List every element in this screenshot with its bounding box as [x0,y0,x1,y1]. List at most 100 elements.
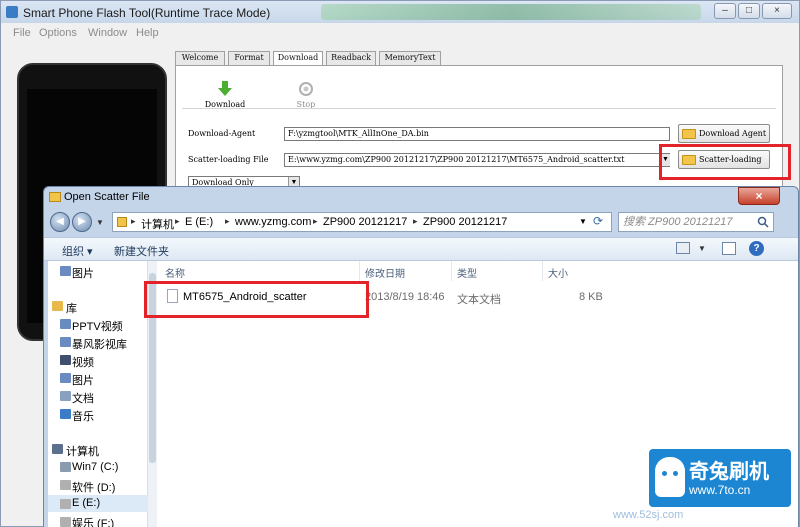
scatter-loading-field[interactable]: E:\www.yzmg.com\ZP900 20121217\ZP900 201… [284,153,670,167]
minimize-button[interactable]: – [714,3,736,19]
library-icon [52,301,63,311]
nav-item-computer[interactable]: 计算机 [66,443,99,459]
folder-icon [49,192,61,202]
download-panel: Download Stop Download-Agent F:\yzmgtool… [175,65,791,195]
address-bar[interactable]: ▸ 计算机 ▸ E (E:) ▸ www.yzmg.com ▸ ZP900 20… [112,212,612,232]
dialog-title: Open Scatter File [64,191,150,203]
breadcrumb-sep: ▸ [225,216,230,226]
column-header-modified[interactable]: 修改日期 [365,265,405,280]
search-icon[interactable] [757,216,769,228]
nav-item-music[interactable]: 音乐 [72,408,94,424]
column-header-type[interactable]: 类型 [457,265,477,280]
new-folder-button[interactable]: 新建文件夹 [114,243,169,259]
column-divider [451,261,452,281]
nav-item-baofeng[interactable]: 暴风影视库 [72,336,127,352]
nav-item-pictures[interactable]: 图片 [72,265,94,281]
folder-icon [682,129,696,139]
nav-item-drive-d[interactable]: 软件 (D:) [72,479,115,495]
music-icon [60,409,71,419]
dialog-nav-row: ◀ ▶ ▼ ▸ 计算机 ▸ E (E:) ▸ www.yzmg.com ▸ ZP… [44,209,798,235]
file-type: 文本文档 [457,294,501,306]
dialog-title-bar: Open Scatter File × [44,187,798,209]
address-chevron-icon[interactable]: ▼ [579,217,587,226]
nav-item-pictures-2[interactable]: 图片 [72,372,94,388]
breadcrumb-drive-e[interactable]: E (E:) [185,216,213,228]
tab-memorytext[interactable]: MemoryText [379,51,441,65]
breadcrumb-folder-1[interactable]: ZP900 20121217 [323,216,407,228]
nav-item-library[interactable]: 库 [66,300,77,316]
download-toolbar-button[interactable]: Download [200,80,250,109]
download-agent-label: Download-Agent [188,129,256,138]
back-arrow-icon[interactable]: ◀ [50,212,70,232]
nav-item-pptv[interactable]: PPTV视频 [72,318,123,334]
breadcrumb-sep: ▸ [413,216,418,226]
computer-icon [52,444,63,454]
column-divider [542,261,543,281]
view-chevron-icon[interactable]: ▼ [698,244,706,253]
breadcrumb-sep: ▸ [175,216,180,226]
dialog-close-button[interactable]: × [738,187,780,205]
watermark-url-secondary: www.52sj.com [613,509,684,521]
video-icon [60,355,71,365]
video-library-icon [60,337,71,347]
column-divider [359,261,360,281]
watermark-url: www.7to.cn [689,483,751,497]
tab-readback[interactable]: Readback [326,51,376,65]
nav-item-drive-c[interactable]: Win7 (C:) [72,461,118,473]
column-header-name[interactable]: 名称 [165,265,185,280]
breadcrumb-computer[interactable]: 计算机 [141,216,174,232]
help-icon[interactable]: ? [749,241,764,256]
nav-item-drive-f[interactable]: 娱乐 (F:) [72,515,114,527]
rabbit-logo-icon [655,457,685,497]
navigation-pane: 图片 库 PPTV视频 暴风影视库 视频 图片 文档 音乐 计算机 Win7 (… [48,261,148,527]
menu-file[interactable]: File [13,27,31,39]
drive-icon [60,499,71,509]
command-bar: 组织 ▾ 新建文件夹 ▼ ? [44,237,798,261]
download-agent-field[interactable]: F:\yzmgtool\MTK_AllInOne_DA.bin [284,127,670,141]
file-size: 8 KB [579,291,603,303]
download-arrow-icon [218,81,232,96]
main-window: Smart Phone Flash Tool(Runtime Trace Mod… [0,0,800,527]
blurred-banner [321,4,701,20]
folder-icon [117,217,127,227]
maximize-button[interactable]: □ [738,3,760,19]
preview-pane-icon[interactable] [722,242,736,255]
search-input[interactable]: 搜索 ZP900 20121217 [618,212,774,232]
column-header-size[interactable]: 大小 [548,265,568,280]
organize-button[interactable]: 组织 ▾ [62,243,93,259]
breadcrumb-yzmg[interactable]: www.yzmg.com [235,216,311,228]
view-mode-icon[interactable] [676,242,690,254]
tab-welcome[interactable]: Welcome [175,51,225,65]
menu-bar: File Options Window Help [1,23,799,43]
scatter-highlight-box [659,144,791,180]
recent-chevron-icon[interactable]: ▼ [96,218,104,227]
title-bar: Smart Phone Flash Tool(Runtime Trace Mod… [1,1,799,23]
drive-icon [60,480,71,490]
watermark-title: 奇兔刷机 [689,461,769,483]
stop-icon [299,82,313,96]
stop-toolbar-button[interactable]: Stop [286,80,326,109]
nav-item-documents[interactable]: 文档 [72,390,94,406]
download-agent-button[interactable]: Download Agent [678,124,770,143]
menu-help[interactable]: Help [136,27,159,39]
breadcrumb-folder-2[interactable]: ZP900 20121217 [423,216,507,228]
drive-icon [60,462,71,472]
watermark-badge: 奇兔刷机 www.7to.cn [649,449,791,507]
menu-window[interactable]: Window [88,27,127,39]
video-library-icon [60,319,71,329]
breadcrumb-sep: ▸ [131,216,136,226]
scatter-loading-label: Scatter-loading File [188,155,269,164]
nav-item-videos[interactable]: 视频 [72,354,94,370]
forward-arrow-icon[interactable]: ▶ [72,212,92,232]
refresh-icon[interactable]: ⟳ [593,214,603,228]
app-icon [6,6,18,18]
tab-format[interactable]: Format [228,51,270,65]
window-title: Smart Phone Flash Tool(Runtime Trace Mod… [23,6,271,20]
file-highlight-box [144,281,369,318]
file-modified: 2013/8/19 18:46 [365,291,445,303]
tab-download[interactable]: Download [273,51,323,66]
pictures-icon [60,266,71,276]
menu-options[interactable]: Options [39,27,77,39]
breadcrumb-sep: ▸ [313,216,318,226]
close-button[interactable]: × [762,3,792,19]
